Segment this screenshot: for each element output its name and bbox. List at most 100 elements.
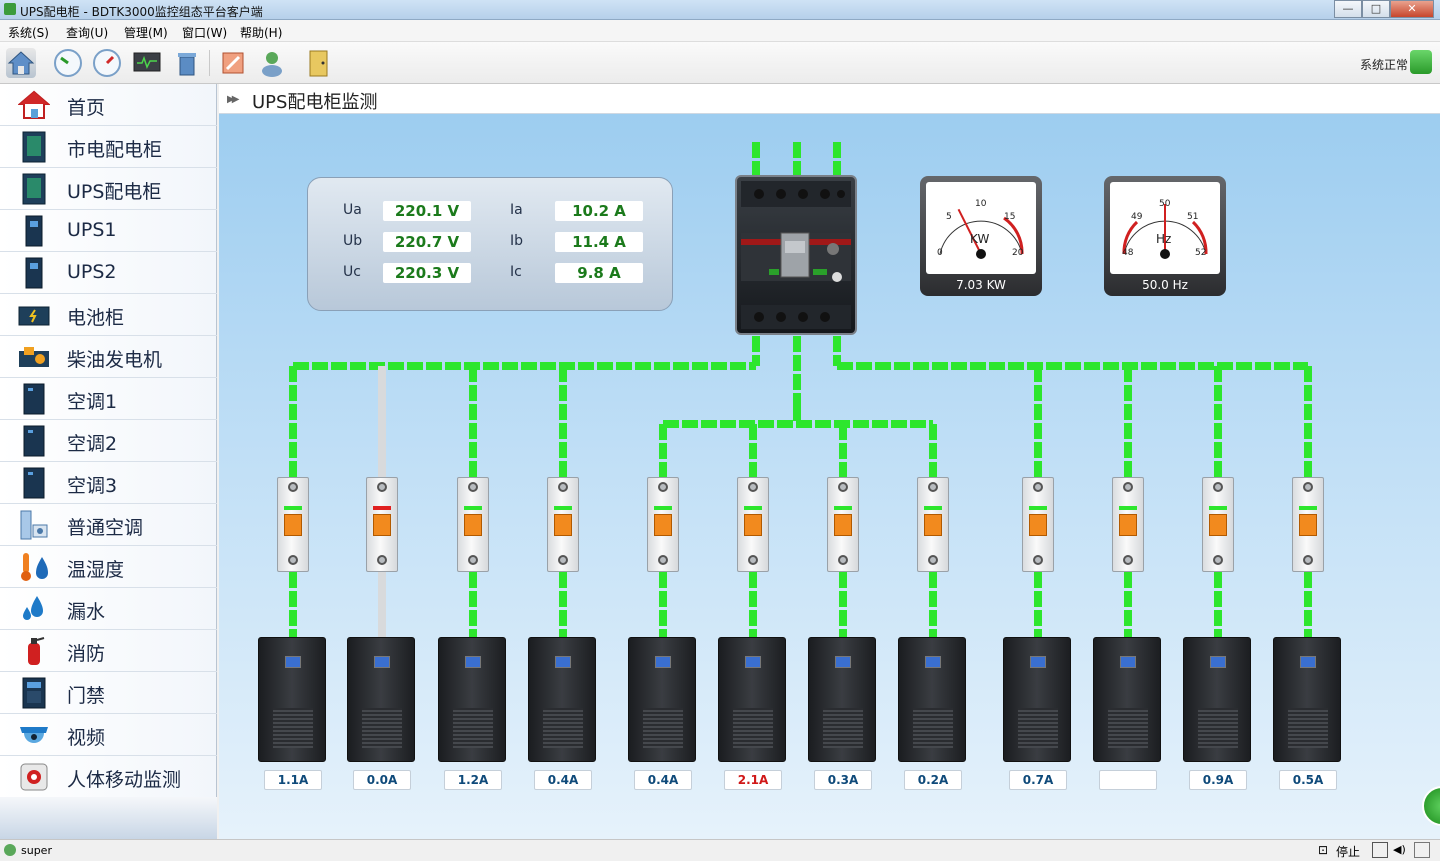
ups-unit[interactable] <box>1183 637 1251 762</box>
ups-vent <box>1198 708 1238 748</box>
ups-unit[interactable] <box>898 637 966 762</box>
branch-current-value: 0.9A <box>1189 770 1247 790</box>
main-circuit-breaker[interactable] <box>735 175 857 335</box>
branch-breaker[interactable] <box>647 477 679 572</box>
ups-display <box>285 656 301 668</box>
branch-breaker[interactable] <box>277 477 309 572</box>
ups-unit[interactable] <box>1093 637 1161 762</box>
screw-icon <box>288 555 298 565</box>
breaker-toggle[interactable] <box>1209 514 1227 536</box>
breaker-toggle[interactable] <box>284 514 302 536</box>
breaker-toggle[interactable] <box>1119 514 1137 536</box>
ups-unit[interactable] <box>1273 637 1341 762</box>
ups-vent <box>1288 708 1328 748</box>
branch-current-value: 0.5A <box>1279 770 1337 790</box>
screw-icon <box>288 482 298 492</box>
stop-label[interactable]: 停止 <box>1336 843 1360 860</box>
gauge-tick: 50 <box>1159 199 1171 209</box>
resize-grip[interactable] <box>1414 842 1430 858</box>
gauge-tick: 49 <box>1131 212 1143 222</box>
ups-vent <box>823 708 863 748</box>
frequency-gauge: 48 49 50 51 52 Hz 50.0 Hz <box>1104 176 1226 296</box>
gauge-tick: 5 <box>946 212 952 222</box>
ups-display <box>465 656 481 668</box>
breaker-status-indicator <box>744 506 762 510</box>
branch-current-value: 0.0A <box>353 770 411 790</box>
breaker-toggle[interactable] <box>554 514 572 536</box>
screw-icon <box>1213 482 1223 492</box>
gauge-tick: 51 <box>1187 212 1199 222</box>
breaker-toggle[interactable] <box>1299 514 1317 536</box>
gauge-tick: 15 <box>1004 212 1016 222</box>
branch-current-value: 0.7A <box>1009 770 1067 790</box>
ups-display <box>835 656 851 668</box>
screw-icon <box>748 482 758 492</box>
power-gauge-dial <box>939 208 1024 259</box>
ups-display <box>745 656 761 668</box>
breaker-status-indicator <box>284 506 302 510</box>
ups-vent <box>362 708 402 748</box>
window-mode-button[interactable] <box>1372 842 1388 858</box>
branch-current-value: 2.1A <box>724 770 782 790</box>
ups-unit[interactable] <box>258 637 326 762</box>
breaker-status-indicator <box>924 506 942 510</box>
screw-icon <box>1123 482 1133 492</box>
breaker-toggle[interactable] <box>464 514 482 536</box>
power-gauge-reading: 7.03 KW <box>956 278 1006 292</box>
breaker-toggle[interactable] <box>924 514 942 536</box>
branch-breaker[interactable] <box>737 477 769 572</box>
power-gauge: 0 5 10 15 20 KW 7.03 KW <box>920 176 1042 296</box>
gauge-tick: 20 <box>1012 248 1024 258</box>
screw-icon <box>1033 555 1043 565</box>
screw-icon <box>377 555 387 565</box>
screw-icon <box>1303 555 1313 565</box>
sound-icon[interactable]: ◀) <box>1393 843 1406 856</box>
frequency-gauge-reading: 50.0 Hz <box>1142 278 1188 292</box>
ups-display <box>1300 656 1316 668</box>
branch-breaker[interactable] <box>1292 477 1324 572</box>
screw-icon <box>558 555 568 565</box>
ups-unit[interactable] <box>1003 637 1071 762</box>
branch-breaker[interactable] <box>1202 477 1234 572</box>
branch-breaker[interactable] <box>1022 477 1054 572</box>
breaker-toggle[interactable] <box>744 514 762 536</box>
ups-display <box>1120 656 1136 668</box>
breaker-toggle[interactable] <box>834 514 852 536</box>
breaker-toggle[interactable] <box>654 514 672 536</box>
branch-breaker[interactable] <box>366 477 398 572</box>
screw-icon <box>838 555 848 565</box>
breaker-status-indicator <box>373 506 391 510</box>
branch-breaker[interactable] <box>917 477 949 572</box>
branch-breaker[interactable] <box>827 477 859 572</box>
frequency-gauge-dial <box>1122 204 1208 259</box>
screw-icon <box>558 482 568 492</box>
screw-icon <box>658 555 668 565</box>
branch-current-value: 0.3A <box>814 770 872 790</box>
ups-unit[interactable] <box>718 637 786 762</box>
branch-breaker[interactable] <box>457 477 489 572</box>
screw-icon <box>838 482 848 492</box>
ups-unit[interactable] <box>628 637 696 762</box>
gauge-tick: 0 <box>937 248 943 258</box>
breaker-status-indicator <box>1029 506 1047 510</box>
current-user: super <box>21 844 52 857</box>
screw-icon <box>928 555 938 565</box>
ups-unit[interactable] <box>347 637 415 762</box>
branch-breaker[interactable] <box>547 477 579 572</box>
breaker-toggle[interactable] <box>1029 514 1047 536</box>
branch-current-value: 0.4A <box>634 770 692 790</box>
ups-unit[interactable] <box>528 637 596 762</box>
screw-icon <box>928 482 938 492</box>
ups-unit[interactable] <box>808 637 876 762</box>
breaker-status-indicator <box>1209 506 1227 510</box>
ups-unit[interactable] <box>438 637 506 762</box>
breaker-status-indicator <box>1299 506 1317 510</box>
screw-icon <box>1033 482 1043 492</box>
gauge-tick: 52 <box>1195 248 1207 258</box>
breaker-status-indicator <box>464 506 482 510</box>
screw-icon <box>1123 555 1133 565</box>
camera-icon: ⊡ <box>1318 843 1329 857</box>
frequency-gauge-face: 48 49 50 51 52 Hz <box>1110 182 1220 274</box>
breaker-toggle[interactable] <box>373 514 391 536</box>
branch-breaker[interactable] <box>1112 477 1144 572</box>
